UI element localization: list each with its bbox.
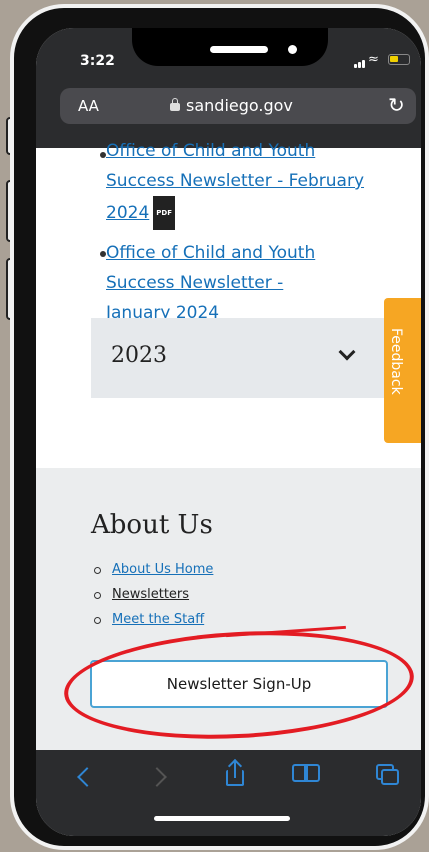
newsletter-link-feb-2024[interactable]: Office of Child and Youth Success Newsle… [106,136,364,230]
url-domain[interactable]: sandiego.gov [186,96,293,115]
lock-icon [170,98,180,112]
newsletter-date[interactable]: 2024 [106,203,149,223]
status-time: 3:22 [80,53,115,69]
text-size-button[interactable]: AA [78,97,99,115]
newsletter-title[interactable]: Office of Child and Youth [106,136,364,166]
list-bullet [94,592,101,599]
notch [132,28,328,66]
pdf-badge-icon: PDF [153,196,175,230]
newsletter-line[interactable]: Success Newsletter - February [106,166,364,196]
back-icon[interactable] [77,767,97,787]
reload-icon[interactable]: ↻ [388,93,405,117]
phone-screen: 3:22 ≈ AA sandiego.gov ↻ Office of Child… [36,28,421,836]
bookmarks-icon[interactable] [292,764,322,786]
annotation-circle [61,622,417,748]
newsletter-line[interactable]: 2024 PDF [106,196,364,230]
speaker-icon [210,46,268,53]
browser-toolbar [36,750,421,836]
list-bullet [94,617,101,624]
page-content: Office of Child and Youth Success Newsle… [36,141,421,468]
share-icon[interactable] [224,758,246,790]
year-label: 2023 [111,343,167,368]
newsletter-title[interactable]: Office of Child and Youth [106,238,315,268]
camera-icon [288,45,297,54]
newsletters-link[interactable]: Newsletters [112,587,189,602]
signal-bar [362,60,365,68]
home-indicator[interactable] [154,816,290,821]
newsletter-link-jan-2024[interactable]: Office of Child and Youth Success Newsle… [106,238,315,328]
wifi-icon: ≈ [368,52,379,67]
status-icons: ≈ [354,52,414,68]
browser-chrome: 3:22 ≈ AA sandiego.gov ↻ [36,28,421,148]
year-accordion-2023[interactable]: 2023 [91,318,421,398]
feedback-label: Feedback [388,328,404,395]
forward-icon[interactable] [147,767,167,787]
feedback-tab[interactable]: Feedback [384,298,421,443]
address-bar[interactable]: AA sandiego.gov ↻ [60,88,416,124]
signal-bar [358,62,361,68]
signal-icon [354,64,357,68]
list-bullet [94,567,101,574]
battery-icon [388,54,410,65]
about-us-heading: About Us [91,510,213,540]
about-us-home-link[interactable]: About Us Home [112,562,213,577]
meet-the-staff-link[interactable]: Meet the Staff [112,612,204,627]
chevron-down-icon[interactable] [338,343,356,361]
tabs-icon[interactable] [376,764,400,786]
phone-frame: 3:22 ≈ AA sandiego.gov ↻ Office of Child… [10,4,429,850]
newsletter-line[interactable]: Success Newsletter - [106,268,315,298]
